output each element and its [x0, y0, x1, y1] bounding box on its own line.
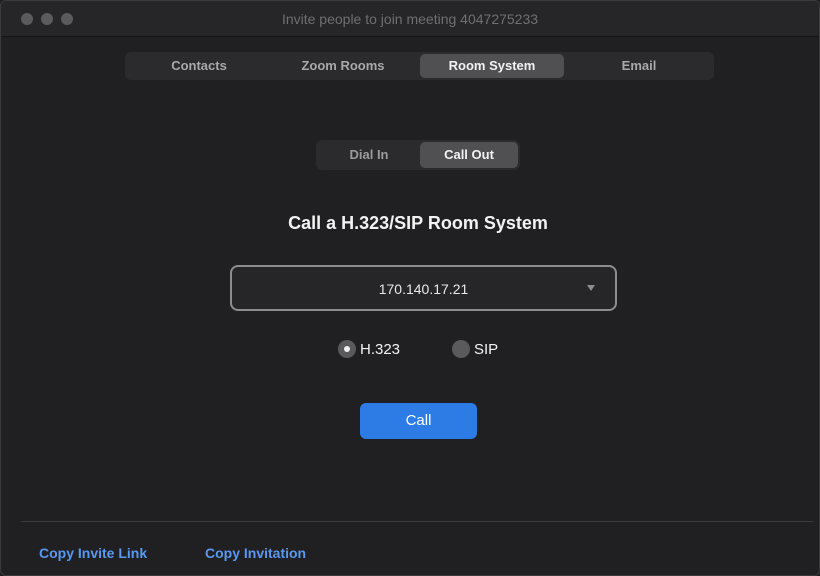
title-bar: Invite people to join meeting 4047275233	[1, 1, 819, 37]
invite-window: Invite people to join meeting 4047275233…	[0, 0, 820, 576]
copy-invitation-button[interactable]: Copy Invitation	[205, 545, 306, 561]
window-title: Invite people to join meeting 4047275233	[281, 11, 539, 27]
call-out-option[interactable]: Call Out	[420, 142, 518, 168]
callout-heading: Call a H.323/SIP Room System	[288, 213, 548, 233]
copy-invite-link-button[interactable]: Copy Invite Link	[39, 545, 147, 561]
chevron-down-icon[interactable]	[587, 285, 595, 291]
footer-divider	[21, 521, 813, 522]
room-address-value: 170.140.17.21	[378, 281, 469, 297]
call-button[interactable]: Call	[360, 403, 477, 439]
protocol-sip-label: SIP	[474, 341, 499, 358]
dial-mode-switch: Dial In Call Out	[316, 140, 520, 170]
tab-zoom-rooms[interactable]: Zoom Rooms	[273, 54, 413, 78]
dial-in-option[interactable]: Dial In	[320, 142, 418, 168]
invite-tabs: Contacts Zoom Rooms Room System Email	[125, 52, 714, 80]
radio-selected-icon	[338, 340, 356, 358]
tab-contacts[interactable]: Contacts	[129, 54, 269, 78]
room-address-combobox[interactable]: 170.140.17.21	[230, 265, 617, 311]
protocol-h323-label: H.323	[360, 341, 401, 358]
tab-email[interactable]: Email	[569, 54, 709, 78]
tab-room-system[interactable]: Room System	[420, 54, 564, 78]
radio-unselected-icon	[452, 340, 470, 358]
